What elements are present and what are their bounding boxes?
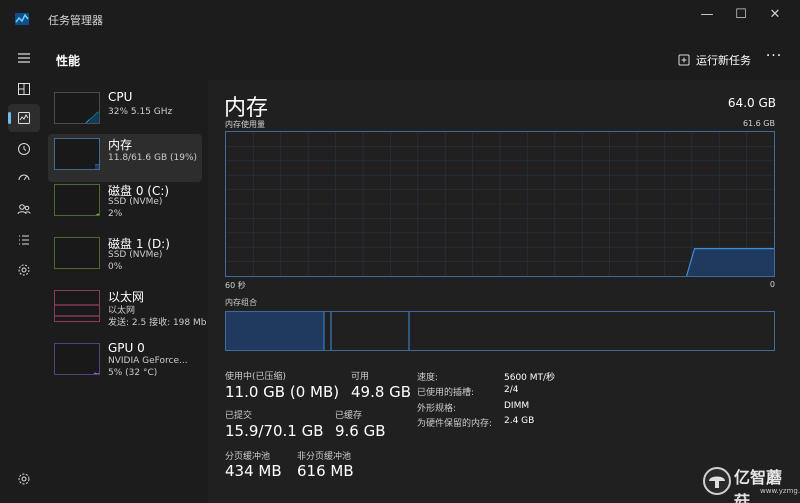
speed-key: 速度: [417,373,439,383]
graph-axis-right: 0 [769,280,775,289]
memory-panel: 内存 64.0 GB 内存使用量 61.6 GB 60 秒 0 内存组合 使用中… [208,80,800,503]
slots-key: 已使用的插槽: [417,388,475,398]
graph-axis-left: 60 秒 [225,281,246,290]
slots-value: 2/4 [504,385,519,395]
memory-title: 内存 [224,96,269,121]
gpu-thumbnail [54,343,100,375]
usage-graph-label: 内存使用量 [225,120,265,129]
mushroom-logo-icon [703,467,731,495]
memory-composition-bar [225,311,775,351]
cached-label: 已缓存 [335,411,363,421]
form-factor-key: 外形规格: [417,404,457,414]
device-cpu[interactable]: CPU 32% 5.15 GHz [48,88,202,136]
device-disk-1[interactable]: 磁盘 1 (D:) SSD (NVMe) 0% [48,233,202,281]
composition-label: 内存组合 [225,298,257,307]
nav-services[interactable] [8,256,40,284]
usage-graph-max: 61.6 GB [742,119,775,128]
nonpaged-pool-label: 非分页缓冲池 [297,452,352,462]
history-icon [18,143,30,155]
nav-details[interactable] [8,226,40,254]
device-detail: SSD (NVMe) [108,197,163,207]
settings-icon [18,473,30,485]
watermark-logo: 亿智蘑菇 www.yzmg.com [700,462,800,503]
nav-users[interactable] [8,195,40,223]
app-icon [14,11,30,27]
memory-thumbnail [54,138,100,170]
speed-value: 5600 MT/秒 [504,373,556,383]
nav-rail [0,40,48,503]
paged-pool-label: 分页缓冲池 [225,452,271,462]
device-disk-0[interactable]: 磁盘 0 (C:) SSD (NVMe) 2% [48,180,202,228]
disk-1-thumbnail [54,237,100,269]
available-label: 可用 [351,372,370,382]
watermark-url: www.yzmg.com [760,487,800,495]
cached-value: 9.6 GB [335,422,386,440]
device-name: 内存 [108,138,133,152]
available-value: 49.8 GB [351,383,412,401]
device-detail: 32% 5.15 GHz [108,107,173,117]
hamburger-menu-button[interactable] [8,44,40,72]
users-icon [17,204,31,215]
device-name: CPU [108,90,133,104]
watermark-text: 亿智蘑菇 [734,468,783,503]
ethernet-thumbnail [54,290,100,322]
device-name: GPU 0 [108,341,145,355]
close-button[interactable]: ✕ [758,4,792,28]
nav-app-history[interactable] [8,135,40,163]
in-use-value: 11.0 GB (0 MB) [225,383,340,401]
more-options-button[interactable]: ··· [764,46,784,70]
hardware-reserved-value: 2.4 GB [504,416,535,426]
committed-value: 15.9/70.1 GB [225,422,324,440]
minimize-button[interactable]: — [690,4,724,28]
memory-total: 64.0 GB [727,96,776,110]
hardware-reserved-key: 为硬件保留的内存: [417,419,493,429]
startup-icon [18,174,30,181]
page-header: 性能 运行新任务 ··· [48,40,800,80]
composition-in-use [226,312,324,350]
performance-icon [18,112,30,124]
details-icon [19,235,29,245]
memory-usage-chart [226,132,774,276]
device-usage: 0% [108,262,123,272]
services-icon [18,264,30,276]
nonpaged-pool-value: 616 MB [297,462,354,480]
run-new-task-button[interactable]: 运行新任务 [678,51,751,69]
device-gpu-0[interactable]: GPU 0 NVIDIA GeForce... 5% (32 °C) [48,339,202,387]
window-title: 任务管理器 [48,14,103,27]
nav-startup-apps[interactable] [8,165,40,193]
committed-label: 已提交 [225,411,253,421]
hamburger-icon [18,53,30,63]
run-new-task-label: 运行新任务 [696,54,751,67]
processes-icon [18,83,30,95]
memory-usage-area [686,248,774,276]
device-ethernet[interactable]: 以太网 以太网 发送: 2.5 接收: 198 Mb [48,286,206,334]
memory-usage-graph [225,131,775,277]
page-title: 性能 [56,54,81,68]
device-usage: 5% (32 °C) [108,368,158,378]
cpu-thumbnail [54,92,100,124]
nav-settings[interactable] [8,465,40,493]
maximize-button[interactable]: ☐ [724,4,758,28]
in-use-label: 使用中(已压缩) [225,372,287,382]
device-detail: NVIDIA GeForce... [108,356,188,366]
device-usage: 2% [108,209,123,219]
device-detail: 11.8/61.6 GB (19%) [108,153,198,163]
device-list: CPU 32% 5.15 GHz 内存 11.8/61.6 GB (19%) 磁… [48,80,208,503]
form-factor-value: DIMM [504,401,530,411]
device-throughput: 发送: 2.5 接收: 198 Mb [108,318,207,328]
paged-pool-value: 434 MB [225,462,282,480]
run-task-icon [678,54,690,66]
disk-0-thumbnail [54,184,100,216]
device-detail: SSD (NVMe) [108,250,163,260]
nav-performance[interactable] [8,104,40,132]
nav-processes[interactable] [8,75,40,103]
device-memory[interactable]: 内存 11.8/61.6 GB (19%) [48,134,202,182]
title-bar: 任务管理器 — ☐ ✕ [0,0,800,40]
